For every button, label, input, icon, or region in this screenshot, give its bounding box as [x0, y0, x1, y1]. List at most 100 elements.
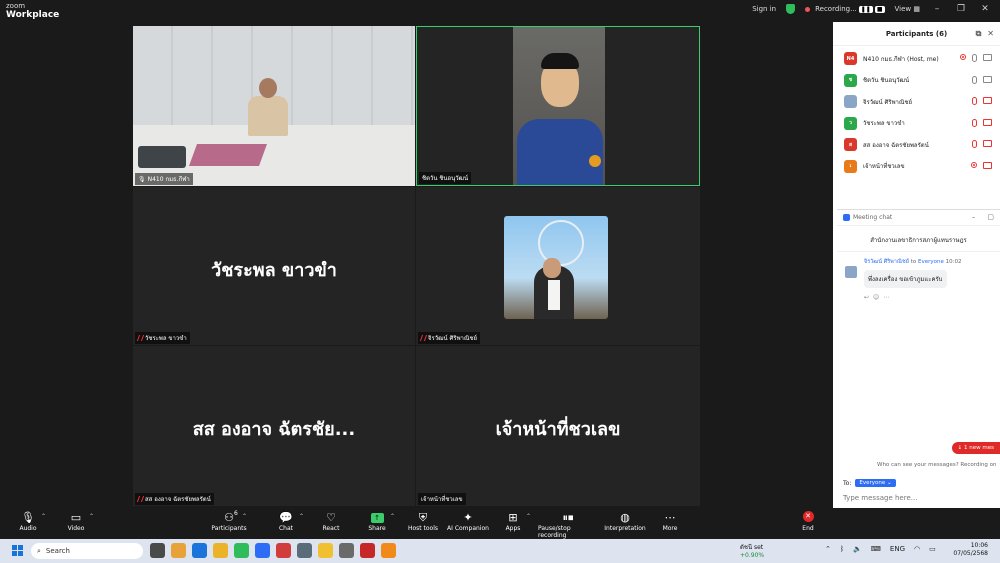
video-tile-active-speaker[interactable]: ชิตวัน ชินอนุวัฒน์ [416, 26, 700, 186]
participants-button[interactable]: ⚇ 6 Participants ⌃ [199, 510, 259, 532]
mic-muted-icon[interactable] [972, 140, 977, 148]
camera-off-icon[interactable] [983, 161, 992, 169]
video-tile-jirawat[interactable]: จิรวัฒน์ ศิริพาณิชย์ [416, 187, 700, 345]
calculator-icon[interactable] [339, 543, 354, 558]
chevron-up-icon[interactable]: ⌃ [89, 513, 94, 520]
edge-icon[interactable] [192, 543, 207, 558]
battery-icon[interactable]: ▭ [929, 545, 936, 553]
share-screen-icon: ↑ [370, 513, 384, 523]
mic-muted-icon[interactable] [972, 118, 977, 127]
sign-in-link[interactable]: Sign in [752, 5, 776, 13]
who-can-see-link[interactable]: Who can see your messages? Recording on [877, 462, 997, 468]
task-view-icon[interactable] [150, 543, 165, 558]
apps-button[interactable]: ⊞ Apps ⌃ [483, 511, 543, 532]
chevron-up-icon[interactable]: ⌃ [825, 545, 831, 553]
end-button[interactable]: ✕ End [778, 511, 838, 532]
file-explorer-icon[interactable] [318, 543, 333, 558]
minimize-button[interactable]: – [930, 4, 944, 14]
chat-input[interactable]: Type message here... [843, 494, 917, 502]
pop-out-icon[interactable]: ⧉ [976, 29, 982, 39]
mic-muted-icon[interactable] [972, 97, 977, 105]
participant-row[interactable]: จิรวัฒน์ ศิริพาณิชย์ [833, 91, 1000, 113]
camera-icon[interactable] [983, 75, 992, 83]
close-panel-icon[interactable]: ✕ [987, 29, 994, 39]
video-button[interactable]: ▭ Video ⌃ [46, 511, 106, 532]
participants-label: Participants [211, 525, 247, 532]
video-label: Video [67, 525, 85, 532]
participant-row[interactable]: ว วัชระพล ขาวขำ [833, 113, 1000, 135]
language-indicator[interactable]: ENG [890, 545, 905, 553]
participant-row[interactable]: ส สส องอาจ ฉัตรชัยพลรัตน์ [833, 134, 1000, 156]
recording-indicator[interactable]: Recording... ❚❚ ■ [805, 5, 885, 13]
brand-bottom: Workplace [6, 10, 60, 20]
video-tile-watcharaphon[interactable]: วัชระพล ขาวขำ วัชระพล ขาวขำ [133, 187, 415, 345]
new-message-button[interactable]: ↓ 1 new mes [951, 442, 1000, 454]
camera-off-icon[interactable] [983, 140, 992, 147]
maximize-chat-button[interactable]: ▢ [987, 213, 994, 221]
chevron-up-icon[interactable]: ⌃ [242, 513, 247, 520]
stock-name: ดัชนี set [740, 544, 764, 551]
windows-start-icon[interactable] [12, 545, 23, 556]
close-button[interactable]: ✕ [978, 4, 992, 14]
more-icon[interactable]: ⋯ [883, 294, 893, 301]
shield-icon: ⛨ [418, 511, 428, 524]
windows-taskbar: ⌕ Search ดัชนี set +0.90% ⌃ ᛒ 🔈 ⌨ ENG ◠ … [0, 539, 1000, 563]
view-button[interactable]: View ▦ [895, 5, 920, 13]
taskbar-search[interactable]: ⌕ Search [31, 543, 143, 559]
tile-name-label: วัชระพล ขาวขำ [135, 332, 190, 344]
tile-name-text: ชิตวัน ชินอนุวัฒน์ [422, 175, 469, 182]
video-tile-host[interactable]: 🎙 N410 กมธ.กีฬา [133, 26, 415, 186]
acrobat-icon[interactable] [360, 543, 375, 558]
mic-muted-icon [136, 496, 145, 502]
participant-row[interactable]: เ เจ้าหน้าที่ชวเลข [833, 156, 1000, 178]
participant-row[interactable]: N4 N410 กมธ.กีฬา (Host, me) [833, 48, 1000, 70]
camera-off-icon[interactable] [983, 97, 992, 104]
mic-icon[interactable] [972, 75, 977, 84]
mic-muted-icon [136, 335, 145, 341]
recipient-dropdown[interactable]: Everyone ⌄ [855, 479, 896, 487]
stock-widget[interactable]: ดัชนี set +0.90% [740, 542, 764, 559]
copilot-icon[interactable] [171, 543, 186, 558]
maximize-button[interactable]: ❐ [954, 4, 968, 14]
more-button[interactable]: ⋯ More [640, 511, 700, 532]
video-feed-speaker [513, 27, 605, 185]
participant-name: N410 กมธ.กีฬา (Host, me) [863, 55, 939, 63]
shield-icon[interactable] [786, 4, 796, 14]
tile-name-text: เจ้าหน้าที่ชวเลข [421, 496, 463, 503]
participant-name: จิรวัฒน์ ศิริพาณิชย์ [863, 98, 913, 106]
chevron-up-icon[interactable]: ⌃ [526, 513, 531, 520]
bluetooth-icon[interactable]: ᛒ [840, 545, 844, 553]
chat-message[interactable]: จิรวัฒน์ ศิริพาณิชย์ to Everyone 10:02 พ… [837, 252, 1000, 301]
more-label: More [662, 525, 678, 532]
tile-name-label: ชิตวัน ชินอนุวัฒน์ [419, 172, 472, 184]
reply-icon[interactable]: ↩ [864, 294, 873, 301]
camera-icon[interactable] [983, 54, 992, 61]
mic-icon[interactable] [972, 54, 977, 62]
message-bubble: พึ่งลงเครื่อง ขอเข้าภูมแะครับ [864, 270, 947, 288]
volume-icon[interactable]: 🔈 [853, 545, 862, 553]
emoji-icon[interactable]: ☺ [873, 294, 883, 301]
camera-off-icon[interactable] [983, 118, 992, 126]
close-icon: ✕ [802, 511, 814, 522]
message-meta: จิรวัฒน์ ศิริพาณิชย์ to Everyone 10:02 [864, 258, 1000, 266]
line-icon[interactable] [234, 543, 249, 558]
mic-icon: 🎙 [138, 175, 146, 183]
keyboard-icon[interactable]: ⌨ [871, 545, 881, 553]
pause-recording-button[interactable]: ⏸⏹ Pause/stop recording [538, 511, 598, 539]
participant-row[interactable]: ช ชิตวัน ชินอนุวัฒน์ [833, 70, 1000, 92]
minimize-chat-button[interactable]: – [972, 213, 976, 221]
host-tools-label: Host tools [407, 525, 439, 532]
recording-icon [971, 161, 977, 168]
clock[interactable]: 10:06 07/05/2568 [953, 542, 988, 558]
video-tile-stenographer[interactable]: เจ้าหน้าที่ชวเลข เจ้าหน้าที่ชวเลข [416, 346, 700, 506]
vlc-icon[interactable] [381, 543, 396, 558]
stop-icon[interactable]: ■ [874, 5, 885, 13]
pause-icon[interactable]: ❚❚ [858, 5, 873, 13]
app-red-icon[interactable] [276, 543, 291, 558]
chrome-icon[interactable] [213, 543, 228, 558]
microphone-app-icon[interactable] [297, 543, 312, 558]
zoom-icon[interactable] [255, 543, 270, 558]
wifi-icon[interactable]: ◠ [914, 545, 920, 553]
react-label: React [322, 525, 340, 532]
video-tile-ong-art[interactable]: สส องอาจ ฉัตรชัย... สส องอาจ ฉัตรชัยพลรั… [133, 346, 415, 506]
